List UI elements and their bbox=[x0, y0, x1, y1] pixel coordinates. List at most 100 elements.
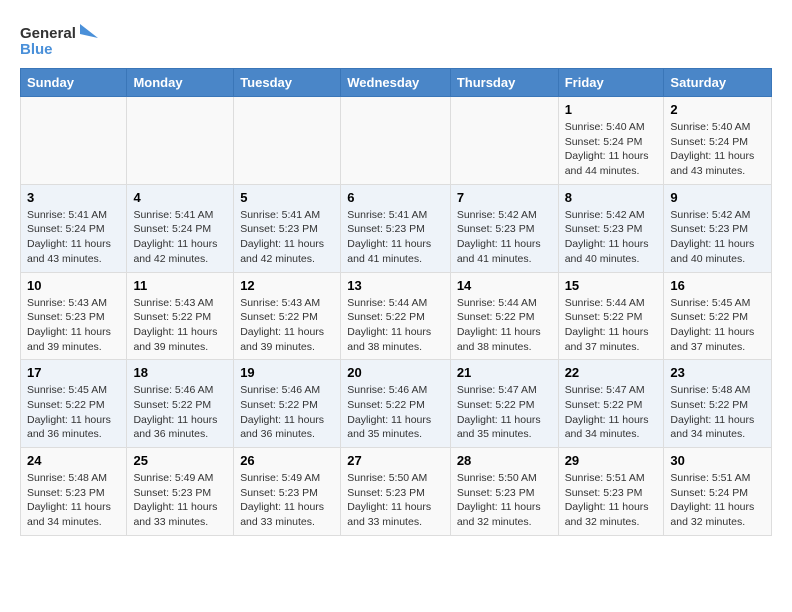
calendar-day-cell bbox=[127, 97, 234, 185]
calendar-day-cell: 5Sunrise: 5:41 AMSunset: 5:23 PMDaylight… bbox=[234, 184, 341, 272]
day-number: 8 bbox=[565, 190, 658, 205]
calendar-day-cell: 20 Sunrise: 5:46 AMSunset: 5:22 PMDayligh… bbox=[341, 360, 451, 448]
weekday-header: Saturday bbox=[664, 69, 772, 97]
calendar-day-cell: 24 Sunrise: 5:48 AMSunset: 5:23 PMDayligh… bbox=[21, 448, 127, 536]
day-info: Sunrise: 5:47 AMSunset: 5:22 PMDaylight:… bbox=[457, 383, 552, 442]
day-info: Sunrise: 5:49 AMSunset: 5:23 PMDaylight:… bbox=[240, 471, 334, 530]
day-info: Sunrise: 5:44 AMSunset: 5:22 PMDaylight:… bbox=[347, 296, 444, 355]
calendar-day-cell bbox=[21, 97, 127, 185]
calendar-day-cell: 15 Sunrise: 5:44 AMSunset: 5:22 PMDayligh… bbox=[558, 272, 664, 360]
day-number: 27 bbox=[347, 453, 444, 468]
day-number: 16 bbox=[670, 278, 765, 293]
day-number: 6 bbox=[347, 190, 444, 205]
calendar-week-row: 17 Sunrise: 5:45 AMSunset: 5:22 PMDayligh… bbox=[21, 360, 772, 448]
day-number: 30 bbox=[670, 453, 765, 468]
day-info: Sunrise: 5:43 AMSunset: 5:23 PMDaylight:… bbox=[27, 296, 120, 355]
day-info: Sunrise: 5:40 AMSunset: 5:24 PMDaylight:… bbox=[670, 120, 765, 179]
day-info: Sunrise: 5:51 AMSunset: 5:23 PMDaylight:… bbox=[565, 471, 658, 530]
day-info: Sunrise: 5:43 AMSunset: 5:22 PMDaylight:… bbox=[133, 296, 227, 355]
calendar-day-cell bbox=[341, 97, 451, 185]
weekday-header: Monday bbox=[127, 69, 234, 97]
calendar-week-row: 3 Sunrise: 5:41 AMSunset: 5:24 PMDaylight… bbox=[21, 184, 772, 272]
day-number: 12 bbox=[240, 278, 334, 293]
day-number: 4 bbox=[133, 190, 227, 205]
weekday-header: Friday bbox=[558, 69, 664, 97]
calendar-day-cell: 23Sunrise: 5:48 AMSunset: 5:22 PMDayligh… bbox=[664, 360, 772, 448]
calendar-day-cell: 7Sunrise: 5:42 AMSunset: 5:23 PMDaylight… bbox=[450, 184, 558, 272]
day-info: Sunrise: 5:46 AMSunset: 5:22 PMDaylight:… bbox=[240, 383, 334, 442]
day-info: Sunrise: 5:41 AMSunset: 5:24 PMDaylight:… bbox=[27, 208, 120, 267]
day-number: 17 bbox=[27, 365, 120, 380]
weekday-header: Sunday bbox=[21, 69, 127, 97]
day-number: 2 bbox=[670, 102, 765, 117]
day-number: 20 bbox=[347, 365, 444, 380]
day-info: Sunrise: 5:41 AMSunset: 5:23 PMDaylight:… bbox=[347, 208, 444, 267]
day-info: Sunrise: 5:44 AMSunset: 5:22 PMDaylight:… bbox=[565, 296, 658, 355]
day-info: Sunrise: 5:45 AMSunset: 5:22 PMDaylight:… bbox=[670, 296, 765, 355]
day-info: Sunrise: 5:41 AMSunset: 5:24 PMDaylight:… bbox=[133, 208, 227, 267]
calendar-day-cell: 10 Sunrise: 5:43 AMSunset: 5:23 PMDayligh… bbox=[21, 272, 127, 360]
day-info: Sunrise: 5:47 AMSunset: 5:22 PMDaylight:… bbox=[565, 383, 658, 442]
svg-text:Blue: Blue bbox=[20, 41, 53, 58]
day-number: 9 bbox=[670, 190, 765, 205]
weekday-header: Thursday bbox=[450, 69, 558, 97]
calendar-header-row: SundayMondayTuesdayWednesdayThursdayFrid… bbox=[21, 69, 772, 97]
day-info: Sunrise: 5:50 AMSunset: 5:23 PMDaylight:… bbox=[347, 471, 444, 530]
weekday-header: Tuesday bbox=[234, 69, 341, 97]
day-number: 5 bbox=[240, 190, 334, 205]
calendar-day-cell: 19 Sunrise: 5:46 AMSunset: 5:22 PMDayligh… bbox=[234, 360, 341, 448]
day-number: 28 bbox=[457, 453, 552, 468]
day-info: Sunrise: 5:48 AMSunset: 5:23 PMDaylight:… bbox=[27, 471, 120, 530]
day-number: 7 bbox=[457, 190, 552, 205]
logo-svg: GeneralBlue bbox=[20, 20, 100, 58]
day-info: Sunrise: 5:46 AMSunset: 5:22 PMDaylight:… bbox=[133, 383, 227, 442]
day-number: 19 bbox=[240, 365, 334, 380]
calendar-day-cell: 27 Sunrise: 5:50 AMSunset: 5:23 PMDayligh… bbox=[341, 448, 451, 536]
day-number: 23 bbox=[670, 365, 765, 380]
calendar-day-cell: 3 Sunrise: 5:41 AMSunset: 5:24 PMDaylight… bbox=[21, 184, 127, 272]
day-number: 18 bbox=[133, 365, 227, 380]
calendar-table: SundayMondayTuesdayWednesdayThursdayFrid… bbox=[20, 68, 772, 536]
day-info: Sunrise: 5:46 AMSunset: 5:22 PMDaylight:… bbox=[347, 383, 444, 442]
day-info: Sunrise: 5:42 AMSunset: 5:23 PMDaylight:… bbox=[565, 208, 658, 267]
calendar-day-cell bbox=[234, 97, 341, 185]
calendar-day-cell: 22 Sunrise: 5:47 AMSunset: 5:22 PMDayligh… bbox=[558, 360, 664, 448]
calendar-day-cell: 17 Sunrise: 5:45 AMSunset: 5:22 PMDayligh… bbox=[21, 360, 127, 448]
calendar-day-cell: 9 Sunrise: 5:42 AMSunset: 5:23 PMDaylight… bbox=[664, 184, 772, 272]
calendar-day-cell: 29 Sunrise: 5:51 AMSunset: 5:23 PMDayligh… bbox=[558, 448, 664, 536]
calendar-week-row: 24 Sunrise: 5:48 AMSunset: 5:23 PMDayligh… bbox=[21, 448, 772, 536]
calendar-day-cell: 21 Sunrise: 5:47 AMSunset: 5:22 PMDayligh… bbox=[450, 360, 558, 448]
day-number: 22 bbox=[565, 365, 658, 380]
day-number: 25 bbox=[133, 453, 227, 468]
calendar-day-cell: 26 Sunrise: 5:49 AMSunset: 5:23 PMDayligh… bbox=[234, 448, 341, 536]
svg-text:General: General bbox=[20, 25, 76, 42]
calendar-day-cell: 28 Sunrise: 5:50 AMSunset: 5:23 PMDayligh… bbox=[450, 448, 558, 536]
day-number: 24 bbox=[27, 453, 120, 468]
calendar-day-cell: 30 Sunrise: 5:51 AMSunset: 5:24 PMDayligh… bbox=[664, 448, 772, 536]
calendar-week-row: 1Sunrise: 5:40 AMSunset: 5:24 PMDaylight… bbox=[21, 97, 772, 185]
calendar-day-cell: 18 Sunrise: 5:46 AMSunset: 5:22 PMDayligh… bbox=[127, 360, 234, 448]
calendar-day-cell: 1Sunrise: 5:40 AMSunset: 5:24 PMDaylight… bbox=[558, 97, 664, 185]
day-number: 15 bbox=[565, 278, 658, 293]
calendar-week-row: 10 Sunrise: 5:43 AMSunset: 5:23 PMDayligh… bbox=[21, 272, 772, 360]
day-number: 14 bbox=[457, 278, 552, 293]
day-info: Sunrise: 5:50 AMSunset: 5:23 PMDaylight:… bbox=[457, 471, 552, 530]
day-number: 3 bbox=[27, 190, 120, 205]
day-info: Sunrise: 5:45 AMSunset: 5:22 PMDaylight:… bbox=[27, 383, 120, 442]
day-info: Sunrise: 5:51 AMSunset: 5:24 PMDaylight:… bbox=[670, 471, 765, 530]
day-number: 29 bbox=[565, 453, 658, 468]
calendar-day-cell: 2 Sunrise: 5:40 AMSunset: 5:24 PMDaylight… bbox=[664, 97, 772, 185]
day-number: 21 bbox=[457, 365, 552, 380]
logo: GeneralBlue bbox=[20, 20, 100, 58]
day-number: 26 bbox=[240, 453, 334, 468]
calendar-day-cell: 16 Sunrise: 5:45 AMSunset: 5:22 PMDayligh… bbox=[664, 272, 772, 360]
weekday-header: Wednesday bbox=[341, 69, 451, 97]
calendar-day-cell: 8 Sunrise: 5:42 AMSunset: 5:23 PMDaylight… bbox=[558, 184, 664, 272]
calendar-day-cell: 12Sunrise: 5:43 AMSunset: 5:22 PMDayligh… bbox=[234, 272, 341, 360]
day-info: Sunrise: 5:42 AMSunset: 5:23 PMDaylight:… bbox=[670, 208, 765, 267]
calendar-day-cell: 4 Sunrise: 5:41 AMSunset: 5:24 PMDaylight… bbox=[127, 184, 234, 272]
day-info: Sunrise: 5:44 AMSunset: 5:22 PMDaylight:… bbox=[457, 296, 552, 355]
calendar-day-cell bbox=[450, 97, 558, 185]
page-header: GeneralBlue bbox=[20, 20, 772, 58]
day-number: 10 bbox=[27, 278, 120, 293]
